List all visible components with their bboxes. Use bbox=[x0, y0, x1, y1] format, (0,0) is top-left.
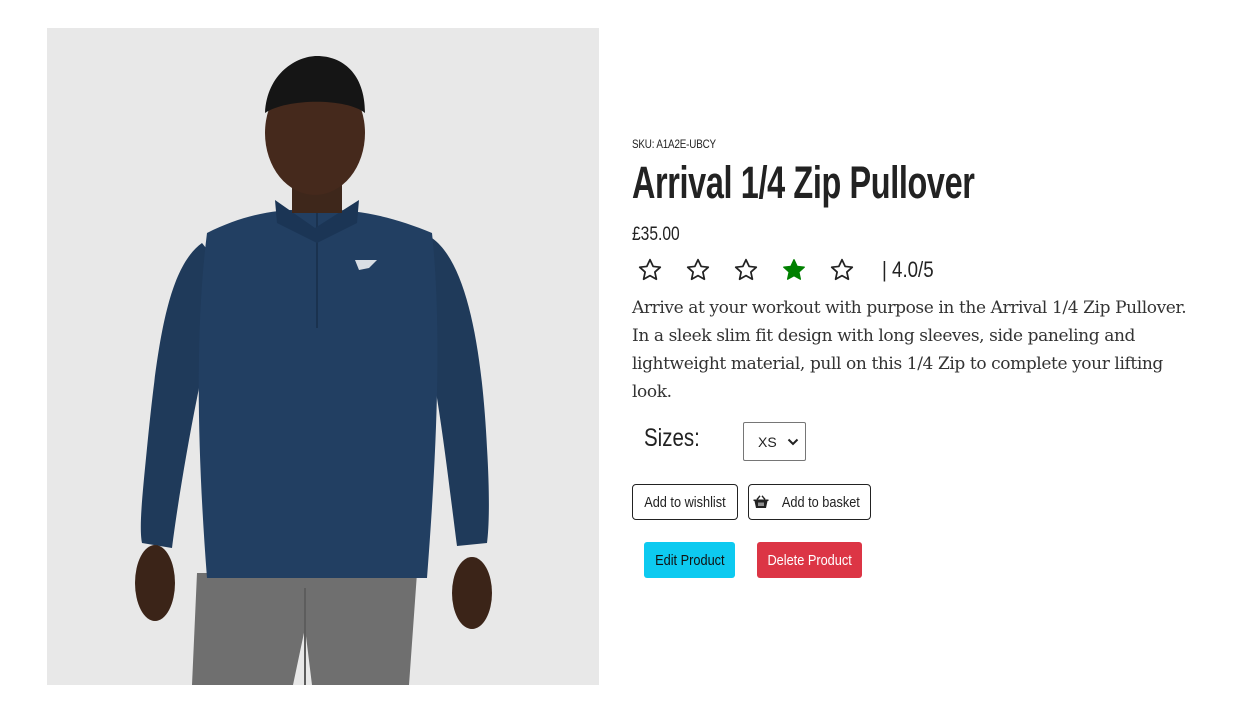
star-filled-icon[interactable] bbox=[780, 256, 808, 284]
size-select[interactable]: XS bbox=[743, 422, 806, 461]
edit-product-label: Edit Product bbox=[654, 551, 725, 569]
product-price: £35.00 bbox=[632, 224, 680, 245]
product-title: Arrival 1/4 Zip Pullover bbox=[632, 157, 975, 208]
add-to-wishlist-button[interactable]: Add to wishlist bbox=[632, 484, 738, 520]
edit-product-button[interactable]: Edit Product bbox=[644, 542, 735, 578]
add-to-wishlist-label: Add to wishlist bbox=[644, 493, 726, 511]
star-icon[interactable] bbox=[828, 256, 856, 284]
size-selected-value: XS bbox=[758, 433, 777, 450]
product-details: SKU: A1A2E-UBCY Arrival 1/4 Zip Pullover… bbox=[632, 0, 1212, 714]
star-icon[interactable] bbox=[636, 256, 664, 284]
add-to-basket-button[interactable]: Add to basket bbox=[748, 484, 871, 520]
sku-text: SKU: A1A2E-UBCY bbox=[632, 137, 716, 151]
product-photo bbox=[47, 28, 599, 685]
basket-icon bbox=[753, 495, 769, 508]
sizes-label: Sizes: bbox=[644, 424, 700, 452]
chevron-down-icon bbox=[787, 438, 799, 445]
add-to-basket-label: Add to basket bbox=[781, 493, 860, 511]
rating-text: | 4.0/5 bbox=[882, 257, 934, 282]
star-icon[interactable] bbox=[732, 256, 760, 284]
delete-product-label: Delete Product bbox=[767, 551, 852, 569]
rating: | 4.0/5 bbox=[636, 256, 943, 284]
product-image bbox=[47, 28, 599, 685]
delete-product-button[interactable]: Delete Product bbox=[757, 542, 862, 578]
star-icon[interactable] bbox=[684, 256, 712, 284]
product-description: Arrive at your workout with purpose in t… bbox=[632, 298, 1187, 402]
